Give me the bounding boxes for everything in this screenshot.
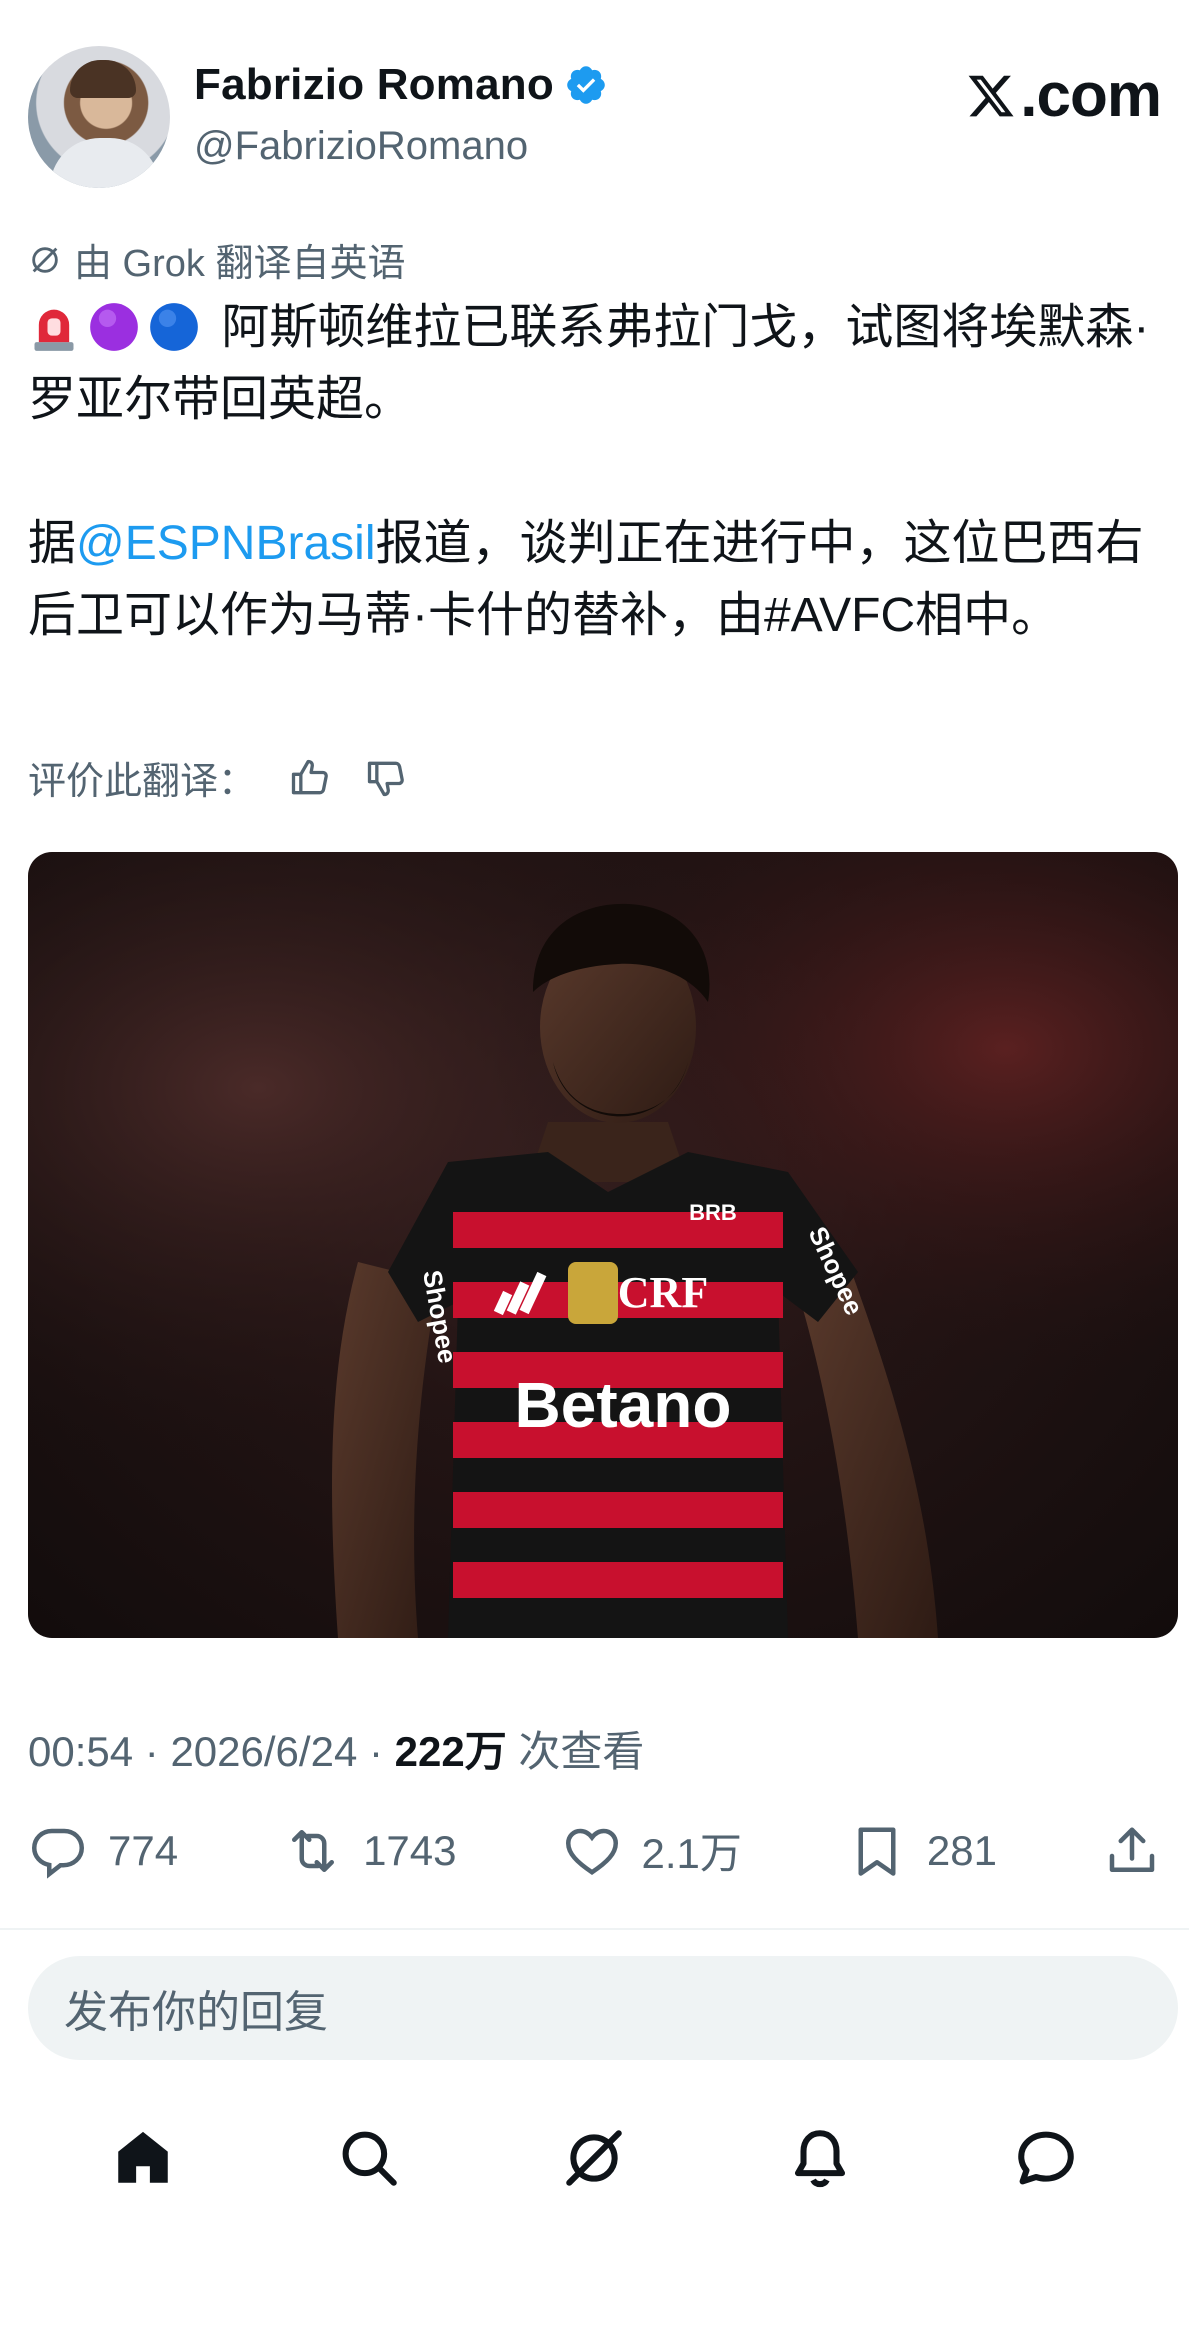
tweet-header: Fabrizio Romano @FabrizioRomano .com <box>28 46 1162 196</box>
tweet-text: 阿斯顿维拉已联系弗拉门戈，试图将埃默森·罗亚尔带回英超。 据@ESPNBrasi… <box>28 292 1168 724</box>
tab-grok[interactable] <box>561 2125 627 2196</box>
tab-notifications[interactable] <box>787 2125 853 2196</box>
translation-note: 由 Grok 翻译自英语 <box>28 232 405 287</box>
meta-separator: · <box>368 1728 383 1775</box>
rate-translation-label: 评价此翻译： <box>28 761 257 803</box>
tweet-paragraph-2: 据@ESPNBrasil报道，谈判正在进行中，这位巴西右后卫可以作为马蒂·卡什的… <box>28 508 1168 652</box>
repost-button[interactable]: 1743 <box>283 1821 457 1881</box>
tweet-date[interactable]: 2026/6/24 <box>170 1728 357 1775</box>
x-icon <box>968 75 1014 116</box>
purple-circle-emoji-icon <box>90 303 138 351</box>
paragraph-2-prefix: 据 <box>28 517 77 570</box>
meta-separator: · <box>144 1728 159 1775</box>
tab-search[interactable] <box>336 2125 402 2196</box>
avatar[interactable] <box>28 46 170 188</box>
tab-home[interactable] <box>110 2125 176 2196</box>
tweet-photo[interactable]: Betano BRB CRF Shopee Shopee <box>28 852 1178 1638</box>
rate-translation: 评价此翻译： <box>28 750 408 805</box>
share-button[interactable] <box>1102 1821 1162 1881</box>
reply-count: 774 <box>108 1826 179 1874</box>
blue-circle-emoji-icon <box>150 303 198 351</box>
tab-messages[interactable] <box>1013 2125 1079 2196</box>
bottom-tab-bar <box>0 2110 1189 2210</box>
badge-icon <box>568 1262 618 1324</box>
view-label: 次查看 <box>518 1728 645 1775</box>
like-button[interactable]: 2.1万 <box>562 1820 742 1881</box>
repost-count: 1743 <box>363 1826 457 1874</box>
repost-icon <box>292 1829 335 1872</box>
chat-bubble-icon <box>1018 2131 1074 2184</box>
thumbs-down-icon[interactable] <box>364 756 408 800</box>
x-logo: .com <box>966 60 1162 131</box>
collar-sponsor-text: BRB <box>689 1200 737 1225</box>
reply-placeholder: 发布你的回复 <box>64 1988 328 2037</box>
share-icon <box>1109 1827 1155 1872</box>
like-count: 2.1万 <box>641 1830 742 1877</box>
divider <box>0 1928 1189 1930</box>
shirt-sponsor-text: Betano <box>515 1369 732 1441</box>
bookmark-icon <box>858 1827 896 1876</box>
crest-text: CRF <box>618 1268 708 1317</box>
reply-button[interactable]: 774 <box>28 1821 178 1881</box>
bookmark-button[interactable]: 281 <box>847 1821 997 1881</box>
tweet-paragraph-1: 阿斯顿维拉已联系弗拉门戈，试图将埃默森·罗亚尔带回英超。 <box>28 292 1168 436</box>
heart-icon <box>565 1828 618 1875</box>
grok-icon <box>32 246 58 273</box>
view-count: 222万 <box>394 1728 507 1775</box>
tweet-meta: 00:54 · 2026/6/24 · 222万 次查看 <box>28 1718 644 1779</box>
logo-text: .com <box>1020 61 1162 130</box>
reply-icon <box>31 1828 85 1879</box>
tweet-page: Fabrizio Romano @FabrizioRomano .com 由 G… <box>0 0 1189 2332</box>
home-icon <box>118 2131 168 2183</box>
verified-badge-icon <box>567 66 605 104</box>
grok-icon <box>566 2129 623 2186</box>
search-icon <box>342 2131 397 2186</box>
tweet-time[interactable]: 00:54 <box>28 1728 133 1775</box>
tweet-actions: 774 1743 2.1万 281 <box>28 1820 1162 1881</box>
thumbs-up-icon[interactable] <box>288 756 332 800</box>
bookmark-count: 281 <box>926 1826 997 1874</box>
bell-icon <box>795 2129 846 2187</box>
author-name[interactable]: Fabrizio Romano <box>194 60 554 110</box>
reply-input[interactable]: 发布你的回复 <box>28 1956 1178 2060</box>
author-handle[interactable]: @FabrizioRomano <box>194 124 528 169</box>
siren-emoji-icon <box>34 309 74 351</box>
translation-note-text: 由 Grok 翻译自英语 <box>74 243 406 285</box>
mention-link[interactable]: @ESPNBrasil <box>76 517 375 570</box>
author-name-row: Fabrizio Romano <box>194 60 608 110</box>
player-photo: Betano BRB CRF Shopee Shopee <box>28 852 1178 1638</box>
